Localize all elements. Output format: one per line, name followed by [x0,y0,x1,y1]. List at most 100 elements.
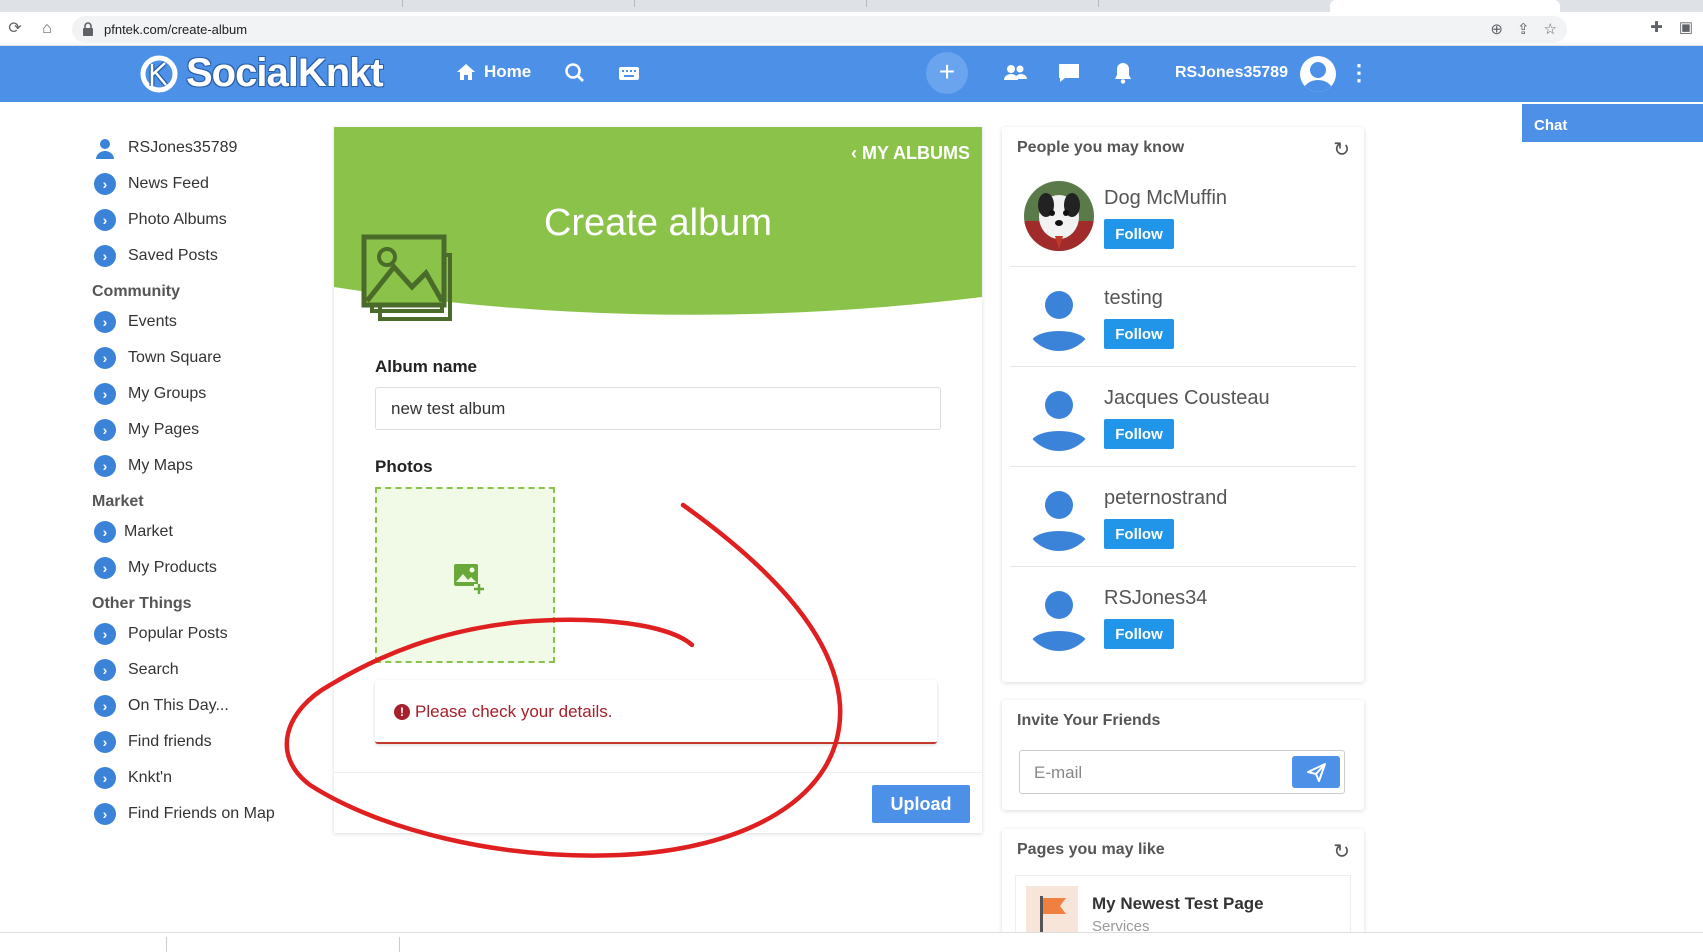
notifications-bell-icon[interactable] [1110,60,1136,86]
my-albums-link[interactable]: ‹ MY ALBUMS [851,143,970,164]
photo-dropzone[interactable] [375,487,555,663]
album-name-input[interactable]: new test album [375,387,941,430]
messages-icon[interactable] [1056,60,1082,86]
avatar[interactable] [1024,581,1094,651]
invite-friends-widget: Invite Your Friends E-mail [1002,700,1364,810]
active-browser-tab[interactable] [1330,0,1560,12]
sidebar-item-events[interactable]: › Events [92,304,312,340]
page-title: Create album [543,202,773,244]
sidebar-heading-market: Market [92,493,144,510]
logo-mark-icon [140,55,178,93]
chat-tab[interactable]: Chat [1522,104,1703,142]
sidebar-item-my-pages[interactable]: › My Pages [92,412,312,448]
home-browser-icon[interactable]: ⌂ [36,18,58,40]
invite-widget-title: Invite Your Friends [1017,712,1161,729]
person-name[interactable]: RSJones34 [1104,587,1207,610]
sidebar-item-popular-posts[interactable]: › Popular Posts [92,616,312,652]
invite-email-input[interactable]: E-mail [1019,750,1345,794]
sidebar-item-town-square[interactable]: › Town Square [92,340,312,376]
page-title-link[interactable]: My Newest Test Page [1092,894,1264,914]
sidebar-item-market[interactable]: › Market [92,514,312,550]
sidebar-item-saved-posts[interactable]: › Saved Posts [92,238,312,274]
person-name[interactable]: Dog McMuffin [1104,187,1227,210]
nav-home-link[interactable]: Home [456,62,531,82]
person-name[interactable]: Jacques Cousteau [1104,387,1270,410]
send-invite-button[interactable] [1292,756,1340,788]
sidebar-item-profile[interactable]: RSJones35789 [92,130,312,166]
send-paper-plane-icon [1307,763,1326,782]
chevron-right-icon: › [94,173,116,195]
person-name[interactable]: peternostrand [1104,487,1227,510]
chevron-right-icon: › [94,419,116,441]
keyboard-icon[interactable] [616,60,642,86]
brand-logo[interactable]: SocialKnkt [138,50,384,96]
avatar[interactable] [1024,481,1094,551]
sidebar-item-label: Events [128,313,177,330]
chevron-right-icon: › [94,695,116,717]
sidebar-item-label: Popular Posts [128,625,228,642]
sidebar-item-my-maps[interactable]: › My Maps [92,448,312,484]
sidebar-item-label: Knkt'n [128,769,172,786]
nav-username[interactable]: RSJones35789 [1175,64,1288,82]
sidebar-item-photo-albums[interactable]: › Photo Albums [92,202,312,238]
follow-button[interactable]: Follow [1104,619,1174,649]
avatar[interactable] [1024,381,1094,451]
sidebar-item-my-groups[interactable]: › My Groups [92,376,312,412]
sidebar-item-label: Find Friends on Map [128,805,275,822]
sidebar-item-knktn[interactable]: › Knkt'n [92,760,312,796]
sidebar-item-label: On This Day... [128,697,229,714]
bookmark-star-icon[interactable]: ☆ [1544,20,1557,38]
reload-icon[interactable]: ⟳ [4,18,26,40]
flag-icon [1040,896,1066,934]
sidebar-item-find-friends-on-map[interactable]: › Find Friends on Map [92,796,312,832]
chevron-right-icon: › [94,521,116,543]
sidebar-item-label: Photo Albums [128,211,227,228]
follow-button[interactable]: Follow [1104,519,1174,549]
sidebar-item-news-feed[interactable]: › News Feed [92,166,312,202]
pages-you-may-like-widget: Pages you may like ↻ My Newest Test Page… [1002,829,1364,945]
people-widget-title: People you may know [1017,139,1185,156]
default-user-avatar-icon [1031,291,1087,351]
page-thumbnail [1026,886,1078,938]
browser-tab-strip [0,0,1703,12]
extensions-icon[interactable]: ✚ [1650,18,1663,36]
share-icon[interactable]: ⇪ [1517,20,1530,38]
chat-label: Chat [1534,117,1568,134]
home-icon [457,64,475,80]
side-panel-icon[interactable]: ▣ [1679,18,1693,36]
refresh-icon[interactable]: ↻ [1333,839,1350,864]
nav-avatar[interactable] [1300,56,1336,92]
create-plus-button[interactable]: + [926,52,968,94]
sidebar-item-my-products[interactable]: › My Products [92,550,312,586]
chevron-right-icon: › [94,557,116,579]
refresh-icon[interactable]: ↻ [1333,137,1350,162]
sidebar-item-search[interactable]: › Search [92,652,312,688]
more-menu-icon[interactable]: ⋮ [1348,60,1370,86]
dog-photo-avatar [1024,181,1094,251]
follow-button[interactable]: Follow [1104,419,1174,449]
chevron-right-icon: › [94,659,116,681]
chevron-right-icon: › [94,803,116,825]
person-name[interactable]: testing [1104,287,1163,310]
my-albums-label: MY ALBUMS [862,143,970,163]
avatar[interactable] [1024,181,1094,251]
sidebar-item-label: Market [124,523,173,540]
follow-button[interactable]: Follow [1104,219,1174,249]
url-text: pfntek.com/create-album [104,22,248,37]
upload-button[interactable]: Upload [872,785,970,823]
sidebar-item-find-friends[interactable]: › Find friends [92,724,312,760]
sidebar-item-label: My Pages [128,421,200,438]
avatar[interactable] [1024,281,1094,351]
follow-button[interactable]: Follow [1104,319,1174,349]
friends-icon[interactable] [1002,60,1028,86]
chevron-right-icon: › [94,767,116,789]
omnibox[interactable]: pfntek.com/create-album ⊕ ⇪ ☆ [72,16,1567,43]
user-icon [96,139,114,159]
nav-home-label: Home [484,62,532,81]
sidebar-item-on-this-day[interactable]: › On This Day... [92,688,312,724]
zoom-icon[interactable]: ⊕ [1490,20,1503,38]
list-item: peternostrand Follow [1010,467,1356,567]
search-icon[interactable] [562,60,588,86]
sidebar-item-label: RSJones35789 [128,139,238,156]
tab-separator [1098,0,1099,7]
